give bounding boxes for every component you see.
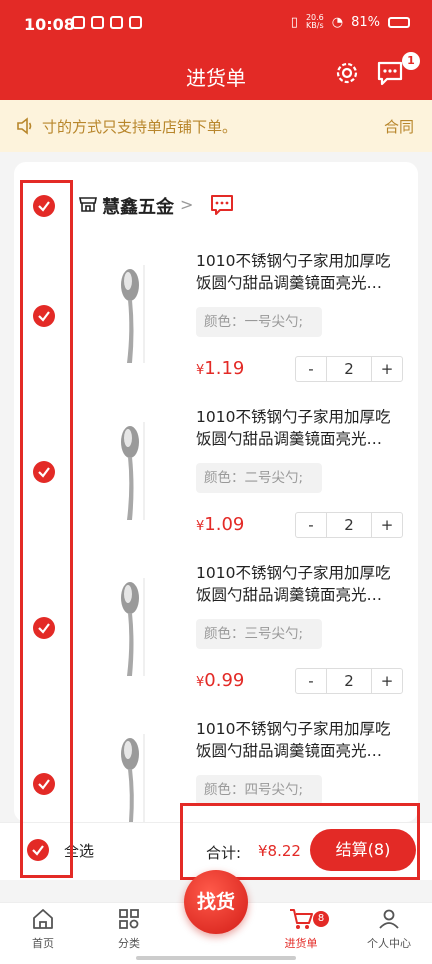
header-bar: 进货单 1 xyxy=(0,50,432,100)
cart-badge: 8 xyxy=(313,911,329,927)
quantity-value[interactable]: 2 xyxy=(326,669,372,693)
product-spec[interactable]: 颜色：四号尖勺; xyxy=(196,775,322,805)
network-speed: 20.6 KB/s xyxy=(305,13,324,30)
tab-cart[interactable]: 进货单 xyxy=(258,907,344,951)
speaker-icon xyxy=(17,117,32,135)
quantity-stepper: - 2 + xyxy=(295,512,403,538)
increase-button[interactable]: + xyxy=(372,669,402,693)
checkmark-icon xyxy=(38,779,50,790)
status-indicators: ▯ 20.6 KB/s ◔ 81% xyxy=(291,14,410,30)
status-bar: 10:08 ▯ 20.6 KB/s ◔ 81% xyxy=(0,0,432,50)
app-notification-icon xyxy=(91,16,104,29)
product-price: ¥0.99 xyxy=(196,670,245,691)
status-time: 10:08 xyxy=(24,15,75,34)
increase-button[interactable]: + xyxy=(372,357,402,381)
notice-text: 寸的方式只支持单店铺下单。 xyxy=(42,118,238,136)
product-title[interactable]: 1010不锈钢勺子家用加厚吃饭圆勺甜品调羹镜面亮光… xyxy=(196,250,404,294)
quantity-stepper: - 2 + xyxy=(295,668,403,694)
tab-home-label: 首页 xyxy=(32,937,54,950)
contract-link[interactable]: 合同 xyxy=(384,116,414,137)
decrease-button[interactable]: - xyxy=(296,357,326,381)
tab-category-label: 分类 xyxy=(118,937,140,950)
spoon-image[interactable] xyxy=(94,568,174,688)
product-title[interactable]: 1010不锈钢勺子家用加厚吃饭圆勺甜品调羹镜面亮光… xyxy=(196,718,404,762)
product-price: ¥1.19 xyxy=(196,358,245,379)
store-name[interactable]: 慧鑫五金 xyxy=(102,193,174,219)
message-icon[interactable] xyxy=(376,60,404,86)
product-spec[interactable]: 颜色：三号尖勺; xyxy=(196,619,322,649)
product-spec[interactable]: 颜色：一号尖勺; xyxy=(196,307,322,337)
product-spec[interactable]: 颜色：二号尖勺; xyxy=(196,463,322,493)
spoon-image[interactable] xyxy=(94,724,174,822)
total-value: ¥8.22 xyxy=(258,842,301,860)
store-icon xyxy=(79,197,97,212)
decrease-button[interactable]: - xyxy=(296,513,326,537)
user-icon xyxy=(379,909,399,929)
checkmark-icon xyxy=(38,467,50,478)
increase-button[interactable]: + xyxy=(372,513,402,537)
quantity-value[interactable]: 2 xyxy=(326,357,372,381)
checkmark-icon xyxy=(32,845,44,856)
select-all-label[interactable]: 全选 xyxy=(64,840,94,861)
spoon-image[interactable] xyxy=(94,412,174,532)
checkmark-icon xyxy=(38,623,50,634)
status-app-icons xyxy=(72,16,142,29)
product-checkbox[interactable] xyxy=(33,617,55,639)
chat-icon[interactable] xyxy=(210,194,234,216)
message-badge: 1 xyxy=(402,52,420,70)
product-checkbox[interactable] xyxy=(33,461,55,483)
tab-profile-label: 个人中心 xyxy=(367,937,411,950)
cart-icon xyxy=(290,909,313,929)
app-notification-icon xyxy=(72,16,85,29)
store-checkbox[interactable] xyxy=(33,195,55,217)
product-price: ¥1.09 xyxy=(196,514,245,535)
tab-cart-label: 进货单 xyxy=(284,937,318,950)
quantity-stepper: - 2 + xyxy=(295,356,403,382)
battery-icon xyxy=(388,16,410,28)
app-notification-icon xyxy=(110,16,123,29)
product-title[interactable]: 1010不锈钢勺子家用加厚吃饭圆勺甜品调羹镜面亮光… xyxy=(196,406,404,450)
home-indicator xyxy=(136,956,296,960)
settings-gear-icon[interactable] xyxy=(334,60,360,86)
quantity-value[interactable]: 2 xyxy=(326,513,372,537)
spoon-image[interactable] xyxy=(94,255,174,375)
product-title[interactable]: 1010不锈钢勺子家用加厚吃饭圆勺甜品调羹镜面亮光… xyxy=(196,562,404,606)
app-notification-icon xyxy=(129,16,142,29)
product-checkbox[interactable] xyxy=(33,773,55,795)
decrease-button[interactable]: - xyxy=(296,669,326,693)
total-label: 合计: xyxy=(206,844,242,862)
checkmark-icon xyxy=(38,311,50,322)
select-all-checkbox[interactable] xyxy=(27,839,49,861)
checkmark-icon xyxy=(38,201,50,212)
notice-bar: 寸的方式只支持单店铺下单。 合同 xyxy=(0,100,432,152)
tab-category[interactable]: 分类 xyxy=(86,907,172,951)
tab-home[interactable]: 首页 xyxy=(0,907,86,951)
battery-percent: 81% xyxy=(351,14,380,30)
product-checkbox[interactable] xyxy=(33,305,55,327)
home-icon xyxy=(33,909,53,929)
tab-profile[interactable]: 个人中心 xyxy=(346,907,432,951)
checkout-button[interactable]: 结算(8) xyxy=(310,829,416,871)
find-goods-button[interactable]: 找货 xyxy=(184,870,248,934)
category-grid-icon xyxy=(119,909,139,929)
wifi-icon: ◔ xyxy=(331,14,344,30)
page-title: 进货单 xyxy=(186,66,246,90)
chevron-right-icon[interactable]: > xyxy=(180,195,193,214)
vibrate-icon: ▯ xyxy=(290,14,298,30)
